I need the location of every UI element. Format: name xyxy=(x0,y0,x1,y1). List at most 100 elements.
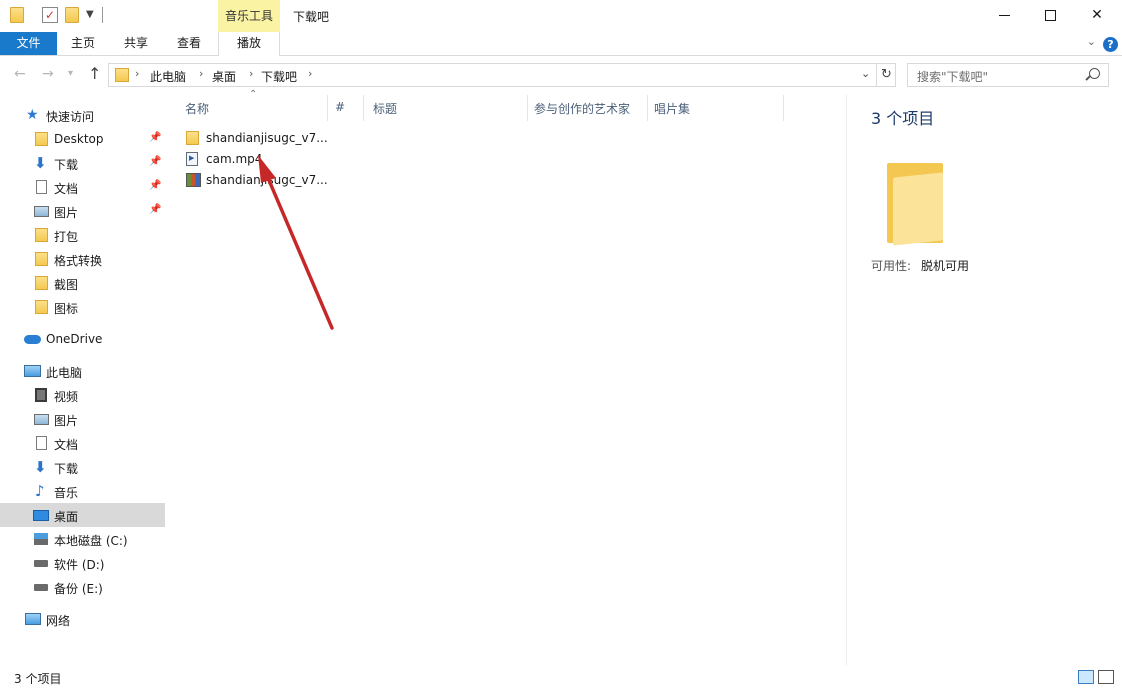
close-button[interactable]: ✕ xyxy=(1074,0,1120,32)
address-bar[interactable]: › 此电脑 › 桌面 › 下载吧 › ⌄ ↻ xyxy=(108,63,896,87)
properties-icon[interactable]: ✓ xyxy=(42,7,58,23)
nav-pc-pictures[interactable]: 图片 xyxy=(0,407,165,431)
nav-downloads[interactable]: ⬇ 下载 📌 xyxy=(0,151,165,175)
nav-drive-c[interactable]: 本地磁盘 (C:) xyxy=(0,527,165,551)
drive-icon xyxy=(34,560,48,567)
folder-icon xyxy=(186,131,199,145)
breadcrumb-download[interactable]: 下载吧 xyxy=(261,68,297,85)
pin-icon[interactable]: 📌 xyxy=(149,204,161,215)
document-icon xyxy=(36,436,47,450)
details-view-icon[interactable] xyxy=(1078,670,1094,684)
tab-play[interactable]: 播放 xyxy=(218,32,280,56)
nav-label: 此电脑 xyxy=(46,366,83,380)
nav-folder-screenshots[interactable]: 截图 xyxy=(0,271,165,295)
pin-icon[interactable]: 📌 xyxy=(149,156,161,167)
file-list: ⌃ 名称 # 标题 参与创作的艺术家 唱片集 shandianjisugc_v7… xyxy=(174,89,844,665)
expand-ribbon-icon[interactable]: ⌄ xyxy=(1087,35,1096,48)
maximize-button[interactable] xyxy=(1028,0,1074,32)
nav-drive-d[interactable]: 软件 (D:) xyxy=(0,551,165,575)
nav-folder-convert[interactable]: 格式转换 xyxy=(0,247,165,271)
nav-label: 下载 xyxy=(54,158,79,172)
recent-locations-icon[interactable]: ▾ xyxy=(68,68,73,79)
nav-pc-desktop[interactable]: 桌面 xyxy=(0,503,165,527)
status-item-count: 3 个项目 xyxy=(14,672,62,686)
column-header-number[interactable]: # xyxy=(328,95,363,121)
column-header-title[interactable]: 标题 xyxy=(364,95,526,121)
file-row[interactable]: shandianjisugc_v7... xyxy=(182,170,342,191)
folder-icon xyxy=(35,252,48,266)
search-icon xyxy=(1089,68,1100,79)
chevron-right-icon[interactable]: › xyxy=(249,67,253,80)
download-icon: ⬇ xyxy=(34,458,47,476)
breadcrumb-this-pc[interactable]: 此电脑 xyxy=(150,68,186,85)
nav-drive-e[interactable]: 备份 (E:) xyxy=(0,575,165,599)
nav-label: 打包 xyxy=(54,230,79,244)
breadcrumb-desktop[interactable]: 桌面 xyxy=(212,68,236,85)
nav-network[interactable]: 网络 xyxy=(0,607,165,631)
chevron-right-icon[interactable]: › xyxy=(199,67,203,80)
column-label: 参与创作的艺术家 xyxy=(534,102,631,116)
nav-label: 下载 xyxy=(54,462,79,476)
chevron-right-icon[interactable]: › xyxy=(308,67,312,80)
nav-label: 文档 xyxy=(54,182,79,196)
close-icon: ✕ xyxy=(1091,7,1103,23)
item-count-heading: 3 个项目 xyxy=(871,109,935,128)
file-row[interactable]: shandianjisugc_v7... xyxy=(182,128,342,149)
nav-pc-music[interactable]: ♪ 音乐 xyxy=(0,479,165,503)
nav-documents[interactable]: 文档 📌 xyxy=(0,175,165,199)
help-icon[interactable]: ? xyxy=(1103,37,1118,52)
tab-home[interactable]: 主页 xyxy=(61,32,105,55)
tab-view[interactable]: 查看 xyxy=(167,32,211,55)
column-header-artist[interactable]: 参与创作的艺术家 xyxy=(528,95,647,121)
folder-icon[interactable] xyxy=(10,7,24,23)
large-icons-view-icon[interactable] xyxy=(1098,670,1114,684)
nav-desktop[interactable]: Desktop 📌 xyxy=(0,127,165,151)
pictures-icon xyxy=(34,206,49,217)
minimize-button[interactable] xyxy=(982,0,1028,32)
column-divider[interactable] xyxy=(783,95,784,121)
nav-label: 备份 (E:) xyxy=(54,582,103,596)
star-icon: ★ xyxy=(26,107,39,123)
file-name: cam.mp4 xyxy=(206,152,263,166)
forward-icon[interactable]: → xyxy=(42,66,54,82)
search-input[interactable]: 搜索"下载吧" xyxy=(907,63,1109,87)
nav-folder-icons[interactable]: 图标 xyxy=(0,295,165,319)
column-header-name[interactable]: 名称 xyxy=(174,95,327,121)
nav-pc-documents[interactable]: 文档 xyxy=(0,431,165,455)
document-icon xyxy=(36,180,47,194)
column-header-album[interactable]: 唱片集 xyxy=(648,95,783,121)
file-row[interactable]: cam.mp4 xyxy=(182,149,342,170)
pictures-icon xyxy=(34,414,49,425)
chevron-right-icon[interactable]: › xyxy=(135,67,139,80)
column-label: 标题 xyxy=(373,102,398,116)
navigation-pane: ★ 快速访问 Desktop 📌 ⬇ 下载 📌 文档 📌 图片 📌 打包 格式转… xyxy=(0,95,165,665)
tab-file[interactable]: 文件 xyxy=(0,32,57,55)
nav-label: OneDrive xyxy=(46,332,103,346)
nav-quick-access[interactable]: ★ 快速访问 xyxy=(0,103,165,127)
chevron-down-icon[interactable]: ⌄ xyxy=(861,67,870,80)
nav-label: 图片 xyxy=(54,206,79,220)
computer-icon xyxy=(24,365,41,377)
address-row: ← → ▾ ↑ › 此电脑 › 桌面 › 下载吧 › ⌄ ↻ 搜索"下载吧" xyxy=(0,57,1122,93)
up-icon[interactable]: ↑ xyxy=(88,64,101,83)
new-folder-icon[interactable] xyxy=(65,7,79,23)
nav-pc-downloads[interactable]: ⬇ 下载 xyxy=(0,455,165,479)
nav-label: Desktop xyxy=(54,132,104,146)
nav-pictures[interactable]: 图片 📌 xyxy=(0,199,165,223)
refresh-icon[interactable]: ↻ xyxy=(876,64,896,86)
nav-label: 图片 xyxy=(54,414,79,428)
cloud-icon xyxy=(24,335,41,344)
nav-onedrive[interactable]: OneDrive xyxy=(0,327,165,351)
video-icon xyxy=(35,388,47,402)
nav-pc-videos[interactable]: 视频 xyxy=(0,383,165,407)
tab-share[interactable]: 共享 xyxy=(114,32,158,55)
nav-this-pc[interactable]: 此电脑 xyxy=(0,359,165,383)
download-icon: ⬇ xyxy=(34,154,47,172)
ribbon-tabs: 文件 主页 共享 查看 播放 ⌄ ? xyxy=(0,32,1122,56)
nav-folder-pack[interactable]: 打包 xyxy=(0,223,165,247)
pin-icon[interactable]: 📌 xyxy=(149,180,161,191)
customize-toolbar-icon[interactable]: ▼ xyxy=(86,9,94,20)
back-icon[interactable]: ← xyxy=(14,66,26,82)
pin-icon[interactable]: 📌 xyxy=(149,132,161,143)
folder-preview-icon xyxy=(887,163,943,246)
